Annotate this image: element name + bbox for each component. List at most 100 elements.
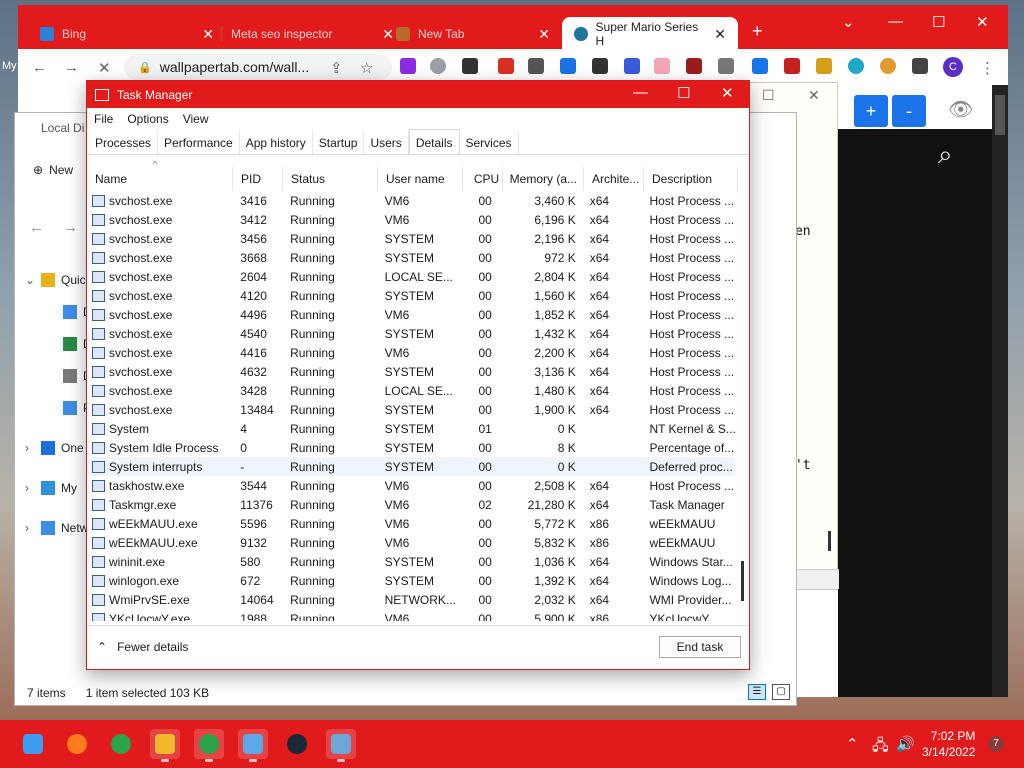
close-icon[interactable]: ✕ bbox=[976, 13, 989, 31]
maximize-icon[interactable]: ☐ bbox=[762, 87, 775, 104]
table-row[interactable]: svchost.exe 4416 Running VM6 00 2,200 K x64 Hos… bbox=[87, 343, 735, 362]
network-icon[interactable]: 🖧 bbox=[872, 735, 889, 760]
details-view-icon[interactable]: ☰ bbox=[748, 684, 766, 700]
extension-icon[interactable] bbox=[752, 58, 768, 74]
steam-taskbar-icon[interactable] bbox=[282, 729, 312, 759]
table-row[interactable]: System 4 Running SYSTEM 01 0 K NT Kernel & S..… bbox=[87, 419, 735, 438]
extension-icon[interactable] bbox=[686, 58, 702, 74]
menu-item-file[interactable]: File bbox=[94, 112, 113, 126]
tab-services[interactable]: Services bbox=[460, 131, 519, 155]
close-icon[interactable]: ✕ bbox=[721, 84, 734, 102]
notification-badge[interactable]: 7 bbox=[988, 736, 1004, 752]
address-bar[interactable]: 🔒 wallpapertab.com/wall... bbox=[124, 54, 392, 80]
zoom-out-button[interactable]: - bbox=[892, 95, 926, 127]
table-row[interactable]: svchost.exe 3428 Running LOCAL SE... 00 1,480… bbox=[87, 381, 735, 400]
tab-performance[interactable]: Performance bbox=[158, 131, 240, 155]
forward-icon[interactable]: → bbox=[63, 219, 78, 236]
nav-item[interactable]: › One bbox=[25, 441, 84, 455]
task-manager-taskbar-icon[interactable] bbox=[326, 729, 356, 762]
table-row[interactable]: svchost.exe 4496 Running VM6 00 1,852 K x64 Hos… bbox=[87, 305, 735, 324]
title-bar[interactable]: Task Manager — ☐ ✕ bbox=[87, 81, 749, 108]
table-row[interactable]: taskhostw.exe 3544 Running VM6 00 2,508 K x64 H… bbox=[87, 476, 735, 495]
extension-icon[interactable] bbox=[880, 58, 896, 74]
column-header-cpu[interactable]: CPU bbox=[463, 167, 503, 191]
table-row[interactable]: svchost.exe 13484 Running SYSTEM 00 1,900 K x6… bbox=[87, 400, 735, 419]
table-row[interactable]: System Idle Process 0 Running SYSTEM 00 8 K Pe… bbox=[87, 438, 735, 457]
chrome-2-taskbar-icon[interactable] bbox=[194, 729, 224, 762]
share-icon[interactable]: ⇪ bbox=[330, 59, 343, 77]
bookmark-star-icon[interactable]: ☆ bbox=[360, 59, 373, 77]
desktop-icon-label[interactable]: My bbox=[2, 60, 17, 72]
notepad-taskbar-icon[interactable] bbox=[238, 729, 268, 762]
table-row[interactable]: Taskmgr.exe 11376 Running VM6 02 21,280 K x64 T… bbox=[87, 495, 735, 514]
table-row[interactable]: svchost.exe 3416 Running VM6 00 3,460 K x64 Hos… bbox=[87, 191, 735, 210]
extension-icon[interactable] bbox=[400, 58, 416, 74]
extension-icon[interactable] bbox=[718, 58, 734, 74]
chevron-down-icon[interactable]: ⌄ bbox=[25, 273, 35, 287]
extension-icon[interactable] bbox=[624, 58, 640, 74]
column-header-user[interactable]: User name bbox=[378, 167, 463, 191]
chrome-tab-new-tab[interactable]: New Tab ✕ bbox=[384, 17, 562, 51]
extension-icon[interactable] bbox=[528, 58, 544, 74]
close-tab-icon[interactable]: ✕ bbox=[714, 26, 726, 43]
extension-icon[interactable] bbox=[654, 58, 670, 74]
table-row[interactable]: svchost.exe 4120 Running SYSTEM 00 1,560 K x64… bbox=[87, 286, 735, 305]
column-header-mem[interactable]: Memory (a... bbox=[503, 167, 584, 191]
minimize-icon[interactable]: — bbox=[888, 13, 903, 30]
end-task-button[interactable]: End task bbox=[659, 636, 741, 658]
table-row[interactable]: wEEkMAUU.exe 5596 Running VM6 00 5,772 K x86 wE… bbox=[87, 514, 735, 533]
table-row[interactable]: WmiPrvSE.exe 14064 Running NETWORK... 00 2,03… bbox=[87, 590, 735, 609]
new-tab-button[interactable]: + bbox=[752, 21, 763, 42]
menu-item-options[interactable]: Options bbox=[127, 112, 168, 126]
start-taskbar-icon[interactable] bbox=[18, 729, 48, 759]
forward-icon[interactable]: → bbox=[64, 59, 79, 76]
zoom-in-button[interactable]: + bbox=[854, 95, 888, 127]
chevron-right-icon[interactable]: › bbox=[25, 481, 35, 495]
menu-item-view[interactable]: View bbox=[183, 112, 209, 126]
extension-icon[interactable] bbox=[498, 58, 514, 74]
extension-icon[interactable] bbox=[816, 58, 832, 74]
puzzle-icon[interactable] bbox=[560, 58, 576, 74]
extension-icon[interactable] bbox=[848, 58, 864, 74]
chevron-down-icon[interactable]: ⌄ bbox=[842, 13, 855, 31]
chevron-right-icon[interactable]: › bbox=[25, 521, 35, 535]
tab-users[interactable]: Users bbox=[364, 131, 409, 155]
stop-icon[interactable]: ✕ bbox=[98, 59, 111, 77]
table-row[interactable]: winlogon.exe 672 Running SYSTEM 00 1,392 K x64… bbox=[87, 571, 735, 590]
chrome-tab-bing[interactable]: Bing ✕ bbox=[28, 17, 226, 51]
page-scrollbar[interactable] bbox=[992, 85, 1008, 697]
table-row[interactable]: wininit.exe 580 Running SYSTEM 00 1,036 K x64 W… bbox=[87, 552, 735, 571]
maximize-icon[interactable]: ☐ bbox=[932, 13, 945, 31]
new-button[interactable]: ⊕ New bbox=[33, 163, 73, 177]
extension-icon[interactable] bbox=[462, 58, 478, 74]
fewer-details-button[interactable]: ⌃ Fewer details bbox=[97, 640, 188, 654]
table-row[interactable]: wEEkMAUU.exe 9132 Running VM6 00 5,832 K x86 wE… bbox=[87, 533, 735, 552]
large-icons-view-icon[interactable]: ▢ bbox=[772, 684, 790, 700]
back-icon[interactable]: ← bbox=[29, 219, 44, 236]
nav-item[interactable]: ⌄ Quic bbox=[25, 273, 86, 287]
table-row[interactable]: System interrupts - Running SYSTEM 00 0 K Defe… bbox=[87, 457, 735, 476]
close-icon[interactable]: ✕ bbox=[808, 87, 820, 104]
nav-item[interactable]: › My bbox=[25, 481, 77, 495]
table-row[interactable]: svchost.exe 4540 Running SYSTEM 00 1,432 K x64… bbox=[87, 324, 735, 343]
column-header-pid[interactable]: PID bbox=[233, 167, 283, 191]
table-row[interactable]: svchost.exe 3456 Running SYSTEM 00 2,196 K x64… bbox=[87, 229, 735, 248]
firefox-taskbar-icon[interactable] bbox=[62, 729, 92, 759]
tab-app-history[interactable]: App history bbox=[240, 131, 313, 155]
table-row[interactable]: svchost.exe 4632 Running SYSTEM 00 3,136 K x64… bbox=[87, 362, 735, 381]
extension-icon[interactable] bbox=[784, 58, 800, 74]
table-row[interactable]: svchost.exe 3412 Running VM6 00 6,196 K x64 Hos… bbox=[87, 210, 735, 229]
more-menu-icon[interactable]: ⋮ bbox=[980, 59, 995, 77]
profile-avatar[interactable]: C bbox=[943, 57, 963, 77]
search-icon[interactable]: ⌕ bbox=[938, 139, 953, 171]
tab-processes[interactable]: Processes bbox=[89, 131, 159, 155]
column-header-desc[interactable]: Description bbox=[644, 167, 738, 191]
minimize-icon[interactable]: — bbox=[633, 84, 648, 101]
column-header-status[interactable]: Status bbox=[283, 167, 378, 191]
table-row[interactable]: svchost.exe 3668 Running SYSTEM 00 972 K x64 Ho… bbox=[87, 248, 735, 267]
maximize-icon[interactable]: ☐ bbox=[677, 84, 690, 102]
column-header-name[interactable]: Name ^ bbox=[87, 159, 233, 191]
column-header-arch[interactable]: Archite... bbox=[584, 167, 644, 191]
table-row[interactable]: YKcUocwY.exe 1988 Running VM6 00 5,900 K x86 YK… bbox=[87, 609, 735, 621]
file-explorer-taskbar-icon[interactable] bbox=[150, 729, 180, 762]
